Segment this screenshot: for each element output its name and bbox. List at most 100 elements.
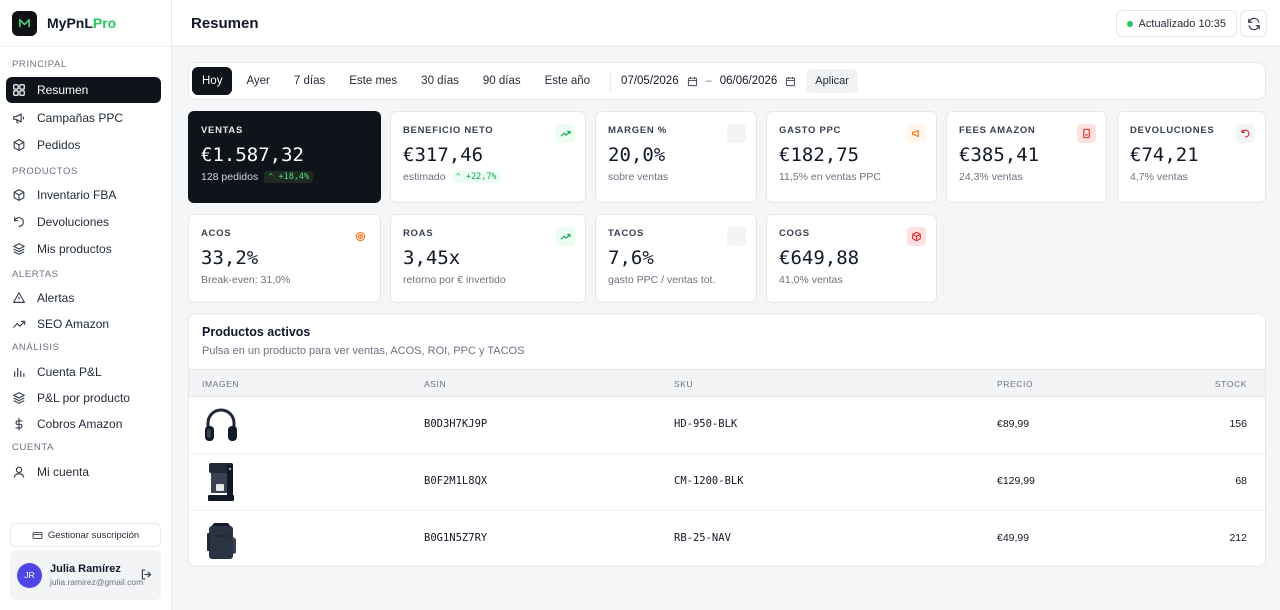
sidebar-item-label: Alertas: [37, 291, 75, 305]
sidebar-item-inventario-fba[interactable]: Inventario FBA: [6, 182, 161, 208]
table-row[interactable]: B0D3H7KJ9P HD-950-BLK €89,99 156: [189, 397, 1265, 454]
manage-subscription-label: Gestionar suscripción: [47, 529, 140, 541]
date-to-field[interactable]: 06/06/2026: [720, 75, 797, 87]
kpi-value: 7,6%: [608, 247, 654, 269]
receipt-icon: [1077, 124, 1096, 143]
range-90-days[interactable]: 90 días: [473, 67, 531, 95]
grid-icon: [13, 84, 25, 96]
calendar-icon: [786, 76, 796, 86]
sidebar-item-label: Mi cuenta: [37, 465, 90, 479]
brand[interactable]: MyPnLPro: [0, 0, 171, 47]
sidebar-item-resumen[interactable]: Resumen: [6, 77, 161, 103]
logout-icon[interactable]: [140, 568, 153, 581]
col-imagen[interactable]: IMAGEN: [202, 379, 239, 389]
col-stock[interactable]: STOCK: [1215, 379, 1247, 389]
range-yesterday[interactable]: Ayer: [236, 67, 279, 95]
cell-price: €89,99: [997, 418, 1030, 430]
calendar-icon: [687, 76, 697, 86]
trending-up-icon: [556, 124, 575, 143]
layers-icon: [13, 392, 25, 404]
table-row[interactable]: B0F2M1L8QX CM-1200-BLK €129,99 68: [189, 454, 1265, 511]
kpi-value: €182,75: [779, 144, 860, 166]
kpi-sub: 24,3% ventas: [959, 171, 1023, 183]
products-panel: Productos activos Pulsa en un producto p…: [188, 313, 1266, 567]
nav-section-alertas: ALERTAS: [12, 269, 59, 280]
sidebar-item-campanas-ppc[interactable]: Campañas PPC: [6, 105, 161, 131]
sidebar-item-alertas[interactable]: Alertas: [6, 285, 161, 311]
date-separator: –: [705, 75, 712, 87]
nav-section-principal: PRINCIPAL: [12, 59, 67, 70]
range-this-month[interactable]: Este mes: [339, 67, 407, 95]
range-today[interactable]: Hoy: [192, 67, 233, 95]
megaphone-icon: [13, 113, 25, 124]
logo-icon: [12, 10, 37, 36]
sidebar-item-label: Pedidos: [37, 138, 81, 152]
undo-icon: [14, 217, 24, 227]
credit-card-icon: [32, 531, 43, 539]
headphones-thumbnail: [205, 408, 237, 441]
table-header: IMAGEN ASIN SKU PRECIO STOCK: [189, 369, 1265, 397]
package-icon: [13, 189, 25, 201]
avatar: JR: [17, 562, 42, 588]
cell-asin: B0G1N5Z7RY: [424, 532, 488, 544]
sidebar-item-label: P&L por producto: [37, 391, 130, 405]
kpi-sub: 4,7% ventas: [1130, 171, 1188, 183]
trending-up-icon: [556, 227, 575, 246]
kpi-card-roas[interactable]: ROAS 3,45x retorno por € invertido: [390, 214, 586, 303]
apply-button[interactable]: Aplicar: [806, 69, 858, 93]
kpi-card-fees-amazon[interactable]: FEES AMAZON €385,41 24,3% ventas: [946, 111, 1107, 203]
cube-icon: [907, 227, 926, 246]
app-name: MyPnLPro: [47, 15, 117, 31]
page-title: Resumen: [191, 15, 259, 32]
refresh-button[interactable]: [1240, 10, 1267, 37]
kpi-card-cogs[interactable]: COGS €649,88 41,0% ventas: [766, 214, 937, 303]
kpi-card-margen[interactable]: MARGEN % 20,0% sobre ventas: [595, 111, 757, 203]
sidebar-item-cobros-amazon[interactable]: Cobros Amazon: [6, 411, 161, 437]
col-asin[interactable]: ASIN: [424, 379, 446, 389]
kpi-card-devoluciones[interactable]: DEVOLUCIONES €74,21 4,7% ventas: [1117, 111, 1266, 203]
kpi-card-ventas[interactable]: VENTAS €1.587,32 128 pedidos ⌃ +18,4%: [188, 111, 381, 203]
sidebar-item-seo-amazon[interactable]: SEO Amazon: [6, 311, 161, 337]
date-from-field[interactable]: 07/05/2026: [621, 75, 698, 87]
kpi-value: 33,2%: [201, 247, 259, 269]
coffee-machine-thumbnail: [208, 463, 234, 501]
range-30-days[interactable]: 30 días: [411, 67, 469, 95]
delta-badge: ⌃ +22,7%: [451, 171, 501, 183]
sidebar-item-cuenta-pl[interactable]: Cuenta P&L: [6, 359, 161, 385]
backpack-thumbnail: [207, 523, 236, 559]
kpi-sub: 128 pedidos: [201, 171, 259, 183]
col-sku[interactable]: SKU: [674, 379, 693, 389]
top-header: Resumen Actualizado 10:35: [172, 0, 1280, 47]
sidebar-item-pl-por-producto[interactable]: P&L por producto: [6, 385, 161, 411]
user-name: Julia Ramírez: [50, 563, 121, 575]
kpi-value: 20,0%: [608, 144, 666, 166]
kpi-card-beneficio-neto[interactable]: BENEFICIO NETO €317,46 estimado ⌃ +22,7%: [390, 111, 586, 203]
col-precio[interactable]: PRECIO: [997, 379, 1033, 389]
sidebar-item-label: Resumen: [37, 83, 89, 97]
date-to-value: 06/06/2026: [719, 75, 778, 87]
sidebar-item-label: SEO Amazon: [37, 317, 110, 331]
range-7-days[interactable]: 7 días: [284, 67, 335, 95]
kpi-card-gasto-ppc[interactable]: GASTO PPC €182,75 11,5% en ventas PPC: [766, 111, 937, 203]
kpi-card-acos[interactable]: ACOS 33,2% Break-even: 31,0%: [188, 214, 381, 303]
sidebar-item-label: Devoluciones: [37, 215, 110, 229]
user-email: julia.ramirez@gmail.com: [50, 577, 144, 587]
table-row[interactable]: B0G1N5Z7RY RB-25-NAV €49,99 212: [189, 511, 1265, 566]
sidebar-item-pedidos[interactable]: Pedidos: [6, 132, 161, 158]
sidebar-item-mis-productos[interactable]: Mis productos: [6, 236, 161, 262]
range-this-year[interactable]: Este año: [535, 67, 600, 95]
bar-chart-icon: [14, 367, 25, 377]
sidebar-item-mi-cuenta[interactable]: Mi cuenta: [6, 459, 161, 485]
user-card[interactable]: JR Julia Ramírez julia.ramirez@gmail.com: [10, 550, 161, 600]
divider: [610, 71, 612, 91]
manage-subscription-button[interactable]: Gestionar suscripción: [10, 523, 161, 547]
cell-stock: 156: [1229, 418, 1247, 430]
dollar-icon: [15, 417, 23, 431]
cell-price: €49,99: [997, 532, 1030, 544]
sidebar: MyPnLPro PRINCIPAL Resumen Campañas PPC …: [0, 0, 172, 610]
sidebar-item-devoluciones[interactable]: Devoluciones: [6, 209, 161, 235]
kpi-card-tacos[interactable]: TACOS 7,6% gasto PPC / ventas tot.: [595, 214, 757, 303]
kpi-value: €1.587,32: [201, 144, 304, 166]
target-icon: [351, 227, 370, 246]
sidebar-item-label: Cobros Amazon: [37, 417, 123, 431]
